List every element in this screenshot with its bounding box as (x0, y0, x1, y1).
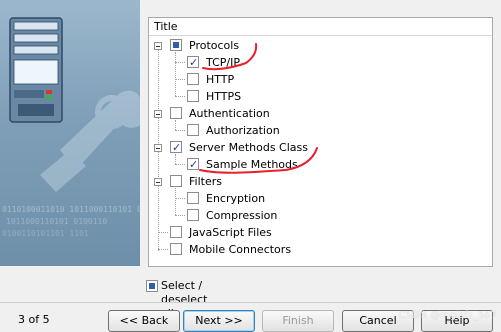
collapse-icon[interactable] (154, 110, 162, 118)
tree-item-label: TCP/IP (206, 56, 240, 69)
authorization-checkbox[interactable] (187, 124, 199, 136)
compression-checkbox[interactable] (187, 209, 199, 221)
back-button[interactable]: << Back (108, 310, 180, 332)
tree-item-label: Server Methods Class (189, 141, 308, 154)
tree-item-label: HTTPS (206, 90, 242, 103)
tree-item-sample-methods[interactable]: Sample Methods (149, 156, 492, 173)
tree-item-label: Compression (206, 209, 278, 222)
top-strip (140, 0, 501, 10)
tree-item-authentication[interactable]: Authentication (149, 105, 492, 122)
tree-item-label: Authorization (206, 124, 280, 137)
tree-item-compression[interactable]: Compression (149, 207, 492, 224)
collapse-icon[interactable] (154, 144, 162, 152)
tree-item-label: Filters (189, 175, 222, 188)
watermark: CSDN @mgisfz_567 (398, 310, 497, 321)
finish-button[interactable]: Finish (262, 310, 334, 332)
https-checkbox[interactable] (187, 90, 199, 102)
tree-item-server-methods-class[interactable]: Server Methods Class (149, 139, 492, 156)
protocols-checkbox[interactable] (170, 39, 182, 51)
svg-text:0100110101101 1101: 0100110101101 1101 (2, 229, 89, 238)
tree-item-label: Sample Methods (206, 158, 298, 171)
http-checkbox[interactable] (187, 73, 199, 85)
tree-item-tcp-ip[interactable]: TCP/IP (149, 54, 492, 71)
tree-item-label: Mobile Connectors (189, 243, 292, 256)
tree-item-label: Authentication (189, 107, 270, 120)
encryption-checkbox[interactable] (187, 192, 199, 204)
sample-methods-checkbox[interactable] (187, 156, 199, 173)
computer-wrench-icon: 0110100011010 1011000110101 010011010110… (2, 17, 140, 238)
tree-item-label: Encryption (206, 192, 266, 205)
tree-item-encryption[interactable]: Encryption (149, 190, 492, 207)
tree-item-label: JavaScript Files (189, 226, 272, 239)
tree-item-filters[interactable]: Filters (149, 173, 492, 190)
mobile-connectors-checkbox[interactable] (170, 243, 182, 255)
tree-item-mobile-connectors[interactable]: Mobile Connectors (149, 241, 492, 258)
tree-item-authorization[interactable]: Authorization (149, 122, 492, 139)
server-methods-class-checkbox[interactable] (170, 139, 182, 156)
tree-header: Title (149, 18, 492, 36)
component-tree[interactable]: Title Protocols TCP/IP HTTP HTTPS Authen… (148, 17, 493, 267)
authentication-checkbox[interactable] (170, 107, 182, 119)
wizard-illustration: 0110100011010 1011000110101 010011010110… (0, 0, 140, 266)
collapse-icon[interactable] (154, 178, 162, 186)
next-button[interactable]: Next >> (183, 310, 255, 332)
binary-text: 0110100011010 1011000110101 010011010110… (2, 205, 140, 214)
tree-item-https[interactable]: HTTPS (149, 88, 492, 105)
tree-item-protocols[interactable]: Protocols (149, 37, 492, 54)
tree-item-http[interactable]: HTTP (149, 71, 492, 88)
collapse-icon[interactable] (154, 42, 162, 50)
javascript-files-checkbox[interactable] (170, 226, 182, 238)
tree-item-label: HTTP (206, 73, 235, 86)
svg-text:1011000110101 0100110: 1011000110101 0100110 (6, 217, 107, 226)
step-indicator: 3 of 5 (18, 313, 50, 326)
select-all-checkbox[interactable] (146, 280, 158, 292)
tree-item-javascript-files[interactable]: JavaScript Files (149, 224, 492, 241)
tree-item-label: Protocols (189, 39, 240, 52)
filters-checkbox[interactable] (170, 175, 182, 187)
tcp-ip-checkbox[interactable] (187, 54, 199, 71)
footer-divider (0, 302, 501, 303)
